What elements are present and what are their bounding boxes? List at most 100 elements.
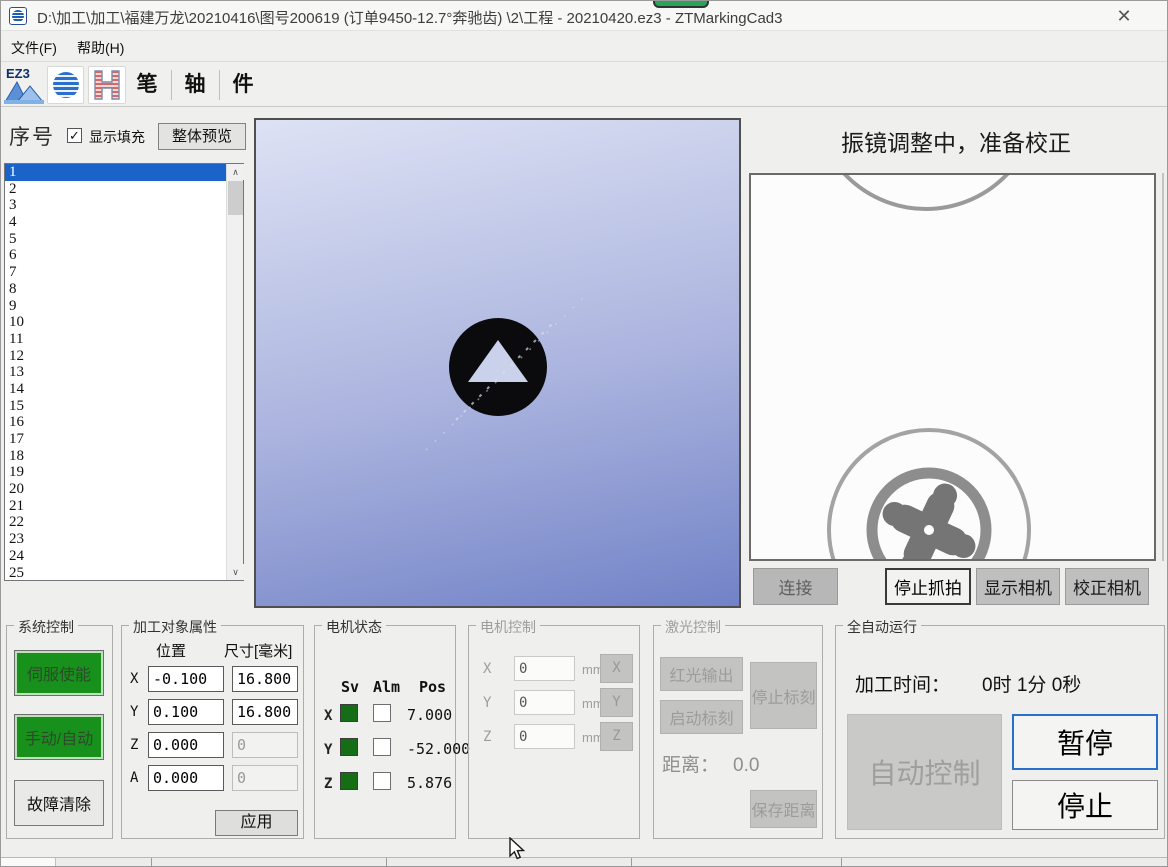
drawing-canvas[interactable] <box>254 118 741 608</box>
list-item[interactable]: 5 <box>5 231 243 248</box>
axis-label: Z <box>130 737 138 753</box>
position-value: -52.000 <box>407 740 455 758</box>
list-item[interactable]: 2 <box>5 181 243 198</box>
motor-status-rows: X7.000Y-52.000Z5.876 <box>315 700 455 802</box>
property-row: X <box>122 664 303 697</box>
property-rows: XYZ A <box>122 664 303 796</box>
list-item[interactable]: 10 <box>5 314 243 331</box>
stop-marking-button: 停止标刻 <box>750 662 817 729</box>
list-item[interactable]: 22 <box>5 514 243 531</box>
stop-capture-button[interactable]: 停止抓拍 <box>885 568 971 605</box>
scrollbar-thumb[interactable] <box>228 181 243 215</box>
list-item[interactable]: 14 <box>5 381 243 398</box>
position-input[interactable] <box>148 732 224 758</box>
list-item[interactable]: 25 <box>5 565 243 582</box>
list-item[interactable]: 20 <box>5 481 243 498</box>
motor-status-row: Z5.876 <box>315 768 455 802</box>
scroll-up-icon[interactable]: ∧ <box>227 164 244 180</box>
laser-control-group: 激光控制 红光输出 启动标刻 停止标刻 距离：0.0 保存距离 <box>653 625 823 839</box>
property-row: Y <box>122 697 303 730</box>
list-item[interactable]: 19 <box>5 464 243 481</box>
camera-image <box>751 175 1154 559</box>
list-item[interactable]: 17 <box>5 431 243 448</box>
toolbar-separator <box>219 70 220 100</box>
hatch-h-icon <box>92 69 122 101</box>
list-item[interactable]: 11 <box>5 331 243 348</box>
part-button[interactable]: 件 <box>223 66 263 104</box>
list-item[interactable]: 3 <box>5 197 243 214</box>
position-input[interactable] <box>148 765 224 791</box>
list-item[interactable]: 9 <box>5 298 243 315</box>
distance-value: 0.0 <box>733 755 759 776</box>
pos-header: Pos <box>419 678 446 696</box>
motor-control-row: XmmX <box>469 652 639 686</box>
overall-preview-button[interactable]: 整体预览 <box>158 123 246 150</box>
group-title: 电机控制 <box>476 617 540 637</box>
alarm-checkbox <box>373 772 391 790</box>
status-bar <box>1 857 1168 867</box>
group-title: 电机状态 <box>322 617 386 637</box>
fault-clear-button[interactable]: 故障清除 <box>14 780 104 826</box>
list-scrollbar[interactable]: ∧ ∨ <box>226 164 243 580</box>
ez3-logo-icon[interactable]: EZ3 <box>3 64 45 105</box>
axis-label: Y <box>324 742 332 758</box>
galvo-status-heading: 振镜调整中，准备校正 <box>746 124 1166 158</box>
menu-file[interactable]: 文件(F) <box>7 38 61 58</box>
list-item[interactable]: 23 <box>5 531 243 548</box>
canvas-graphic <box>256 120 739 606</box>
apply-button[interactable]: 应用 <box>215 810 298 836</box>
show-camera-button[interactable]: 显示相机 <box>976 568 1060 605</box>
window-title: D:\加工\加工\福建万龙\20210416\图号200619 (订单9450-… <box>37 7 782 28</box>
title-bar: D:\加工\加工\福建万龙\20210416\图号200619 (订单9450-… <box>1 1 1168 31</box>
list-item[interactable]: 12 <box>5 348 243 365</box>
position-input[interactable] <box>148 666 224 692</box>
size-input[interactable] <box>232 666 298 692</box>
axis-label: X <box>130 671 138 687</box>
sphere-tool-button[interactable] <box>47 66 84 104</box>
axis-button[interactable]: 轴 <box>175 66 215 104</box>
stop-button[interactable]: 停止 <box>1012 780 1158 830</box>
servo-enable-button[interactable]: 伺服使能 <box>14 650 104 696</box>
pause-button[interactable]: 暂停 <box>1012 714 1158 770</box>
position-input[interactable] <box>148 699 224 725</box>
list-item[interactable]: 24 <box>5 548 243 565</box>
motor-control-row: ZmmZ <box>469 720 639 754</box>
pen-button[interactable]: 笔 <box>127 66 167 104</box>
size-input[interactable] <box>232 699 298 725</box>
list-item[interactable]: 4 <box>5 214 243 231</box>
close-icon[interactable]: ✕ <box>1111 5 1137 27</box>
alarm-checkbox <box>373 704 391 722</box>
list-item[interactable]: 16 <box>5 414 243 431</box>
serial-list[interactable]: 1234567891011121314151617181920212223242… <box>4 163 244 581</box>
position-value: 5.876 <box>407 774 455 792</box>
ez3-logo-svg: EZ3 <box>3 64 45 105</box>
scroll-down-icon[interactable]: ∨ <box>227 564 244 580</box>
manual-auto-button[interactable]: 手动/自动 <box>14 714 104 760</box>
red-light-button: 红光输出 <box>660 657 743 691</box>
sphere-icon <box>53 72 79 98</box>
hatch-tool-button[interactable] <box>88 66 126 104</box>
object-properties-group: 加工对象属性 位置 尺寸[毫米] XYZA 应用 <box>121 625 304 839</box>
list-item[interactable]: 6 <box>5 247 243 264</box>
axis-label: A <box>130 770 138 786</box>
menu-help[interactable]: 帮助(H) <box>73 38 128 58</box>
list-item[interactable]: 15 <box>5 398 243 415</box>
system-control-group: 系统控制 伺服使能 手动/自动 故障清除 <box>6 625 113 839</box>
start-marking-button: 启动标刻 <box>660 700 743 734</box>
status-divider <box>631 858 632 867</box>
status-divider <box>386 858 387 867</box>
calibrate-camera-button[interactable]: 校正相机 <box>1065 568 1149 605</box>
list-item[interactable]: 18 <box>5 448 243 465</box>
list-item[interactable]: 21 <box>5 498 243 515</box>
connect-button: 连接 <box>753 568 838 605</box>
list-item[interactable]: 7 <box>5 264 243 281</box>
position-value: 7.000 <box>407 706 455 724</box>
list-item[interactable]: 8 <box>5 281 243 298</box>
motor-status-row: Y -52.000 <box>315 734 455 768</box>
show-fill-checkbox[interactable]: ✓ <box>67 128 82 143</box>
motor-control-rows: XmmXYmmYZmmZ <box>469 652 639 754</box>
property-row: A <box>122 763 303 796</box>
group-title: 激光控制 <box>661 617 725 637</box>
list-item[interactable]: 1 <box>5 164 227 181</box>
list-item[interactable]: 13 <box>5 364 243 381</box>
